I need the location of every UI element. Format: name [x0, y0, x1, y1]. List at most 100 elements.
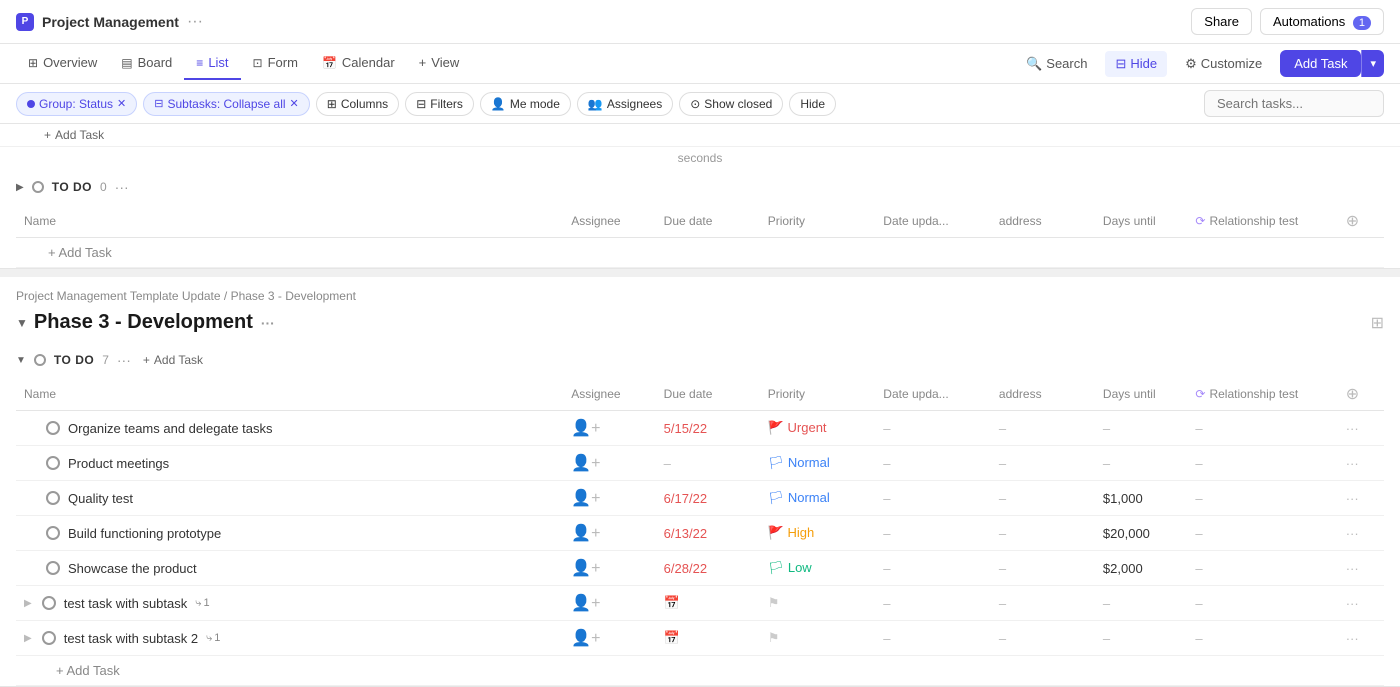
task-more-icon[interactable]: ···: [1346, 456, 1359, 471]
task-more-icon[interactable]: ···: [1346, 491, 1359, 506]
phase-chevron[interactable]: ▼: [16, 316, 28, 330]
show-closed-chip[interactable]: ⊙ Show closed: [679, 92, 783, 116]
task-assignee[interactable]: 👤+: [563, 446, 655, 481]
task-actions[interactable]: ···: [1338, 621, 1384, 656]
task-due-date[interactable]: 6/17/22: [656, 481, 760, 516]
task-more-icon[interactable]: ···: [1346, 596, 1359, 611]
task-due-date[interactable]: 6/13/22: [656, 516, 760, 551]
table-row[interactable]: Product meetings 👤+ – 🏳 Normal – – – – ·…: [16, 446, 1384, 481]
task-assignee[interactable]: 👤+: [563, 586, 655, 621]
search-button[interactable]: 🔍 Search: [1016, 51, 1097, 77]
add-task-dropdown-button[interactable]: ▾: [1361, 50, 1384, 77]
assignees-chip[interactable]: 👥 Assignees: [577, 92, 673, 116]
table-row[interactable]: Showcase the product 👤+ 6/28/22 🏳 Low – …: [16, 551, 1384, 586]
task-assignee[interactable]: 👤+: [563, 621, 655, 656]
columns-chip[interactable]: ⊞ Columns: [316, 92, 399, 116]
task-priority[interactable]: ⚑: [760, 621, 876, 656]
table-row[interactable]: ▶ test task with subtask 2 ⤷ 1 👤+ 📅 ⚑ – …: [16, 621, 1384, 656]
assignee-icon[interactable]: 👤+: [571, 490, 600, 507]
task-due-date[interactable]: –: [656, 446, 760, 481]
task-due-date[interactable]: 📅: [656, 586, 760, 621]
tab-form[interactable]: ⊡ Form: [241, 47, 310, 80]
expand-btn[interactable]: ▶: [24, 598, 32, 609]
assignee-icon[interactable]: 👤+: [571, 420, 600, 437]
task-actions[interactable]: ···: [1338, 481, 1384, 516]
task-assignee[interactable]: 👤+: [563, 516, 655, 551]
task-due-date[interactable]: 6/28/22: [656, 551, 760, 586]
table-row[interactable]: Quality test 👤+ 6/17/22 🏳 Normal – – $1,…: [16, 481, 1384, 516]
assignee-icon[interactable]: 👤+: [571, 525, 600, 542]
status-header-2[interactable]: ▼ TO DO 7 ··· + Add Task: [16, 342, 1384, 378]
tab-list[interactable]: ≡ List: [184, 47, 240, 80]
task-actions[interactable]: ···: [1338, 446, 1384, 481]
hide-button[interactable]: ⊟ Hide: [1105, 51, 1167, 77]
task-priority[interactable]: 🏳 Normal: [760, 446, 876, 481]
task-due-date[interactable]: 5/15/22: [656, 411, 760, 446]
task-priority[interactable]: 🏳 Low: [760, 551, 876, 586]
add-task-button[interactable]: Add Task: [1280, 50, 1361, 77]
group-status-close-icon[interactable]: ✕: [117, 97, 126, 110]
assignee-icon[interactable]: 👤+: [571, 560, 600, 577]
add-task-row-1[interactable]: + Add Task: [16, 238, 1384, 268]
add-task-cell-2[interactable]: + Add Task: [16, 656, 1384, 686]
automations-button[interactable]: Automations 1: [1260, 8, 1384, 35]
add-task-status-2[interactable]: + Add Task: [139, 353, 207, 367]
task-actions[interactable]: ···: [1338, 551, 1384, 586]
expand-btn[interactable]: ▶: [24, 633, 32, 644]
task-priority[interactable]: 🏳 Normal: [760, 481, 876, 516]
task-priority[interactable]: ⚑: [760, 586, 876, 621]
add-task-row-2[interactable]: + Add Task: [16, 656, 1384, 686]
phase-grid-button[interactable]: ⊞: [1371, 313, 1384, 333]
table-row[interactable]: Build functioning prototype 👤+ 6/13/22 🚩…: [16, 516, 1384, 551]
filters-chip[interactable]: ⊟ Filters: [405, 92, 474, 116]
task-status-icon[interactable]: [42, 596, 56, 610]
task-status-icon[interactable]: [46, 456, 60, 470]
tab-overview[interactable]: ⊞ Overview: [16, 47, 109, 80]
tab-add-view[interactable]: + View: [407, 47, 472, 80]
task-more-icon[interactable]: ···: [1346, 421, 1359, 436]
tab-calendar[interactable]: 📅 Calendar: [310, 47, 407, 80]
hide-chip[interactable]: Hide: [789, 92, 836, 116]
task-actions[interactable]: ···: [1338, 586, 1384, 621]
phase-dots[interactable]: ···: [261, 315, 275, 331]
task-actions[interactable]: ···: [1338, 411, 1384, 446]
task-priority[interactable]: 🚩 Urgent: [760, 411, 876, 446]
add-task-inline-top[interactable]: + Add Task: [40, 128, 1360, 142]
plus-col-icon-2[interactable]: ⊕: [1346, 386, 1359, 403]
plus-col-icon-1[interactable]: ⊕: [1346, 213, 1359, 230]
assignee-icon[interactable]: 👤+: [571, 455, 600, 472]
group-status-chip[interactable]: Group: Status ✕: [16, 92, 137, 116]
table-row[interactable]: Organize teams and delegate tasks 👤+ 5/1…: [16, 411, 1384, 446]
top-bar-dots[interactable]: ···: [187, 13, 203, 31]
th-add-col-2[interactable]: ⊕: [1338, 378, 1384, 411]
th-days-1: Days until: [1095, 205, 1187, 238]
status-dots-2[interactable]: ···: [117, 352, 131, 368]
table-row[interactable]: ▶ test task with subtask ⤷ 1 👤+ 📅 ⚑ – – …: [16, 586, 1384, 621]
task-status-icon[interactable]: [46, 526, 60, 540]
status-header-1[interactable]: ▶ TO DO 0 ···: [16, 169, 1384, 205]
task-assignee[interactable]: 👤+: [563, 551, 655, 586]
task-status-icon[interactable]: [46, 421, 60, 435]
task-assignee[interactable]: 👤+: [563, 481, 655, 516]
task-status-icon[interactable]: [46, 491, 60, 505]
assignee-icon[interactable]: 👤+: [571, 595, 600, 612]
status-dots-1[interactable]: ···: [115, 179, 129, 195]
task-assignee[interactable]: 👤+: [563, 411, 655, 446]
subtasks-close-icon[interactable]: ✕: [290, 97, 299, 110]
search-tasks-input[interactable]: [1204, 90, 1384, 117]
tab-board[interactable]: ▤ Board: [109, 47, 184, 80]
assignee-icon[interactable]: 👤+: [571, 630, 600, 647]
th-add-col-1[interactable]: ⊕: [1338, 205, 1384, 238]
task-status-icon[interactable]: [46, 561, 60, 575]
task-actions[interactable]: ···: [1338, 516, 1384, 551]
task-more-icon[interactable]: ···: [1346, 561, 1359, 576]
customize-button[interactable]: ⚙ Customize: [1175, 51, 1272, 77]
task-due-date[interactable]: 📅: [656, 621, 760, 656]
task-more-icon[interactable]: ···: [1346, 526, 1359, 541]
task-status-icon[interactable]: [42, 631, 56, 645]
subtasks-chip[interactable]: ⊟ Subtasks: Collapse all ✕: [143, 92, 310, 116]
task-priority[interactable]: 🚩 High: [760, 516, 876, 551]
task-more-icon[interactable]: ···: [1346, 631, 1359, 646]
me-mode-chip[interactable]: 👤 Me mode: [480, 92, 571, 116]
share-button[interactable]: Share: [1191, 8, 1252, 35]
